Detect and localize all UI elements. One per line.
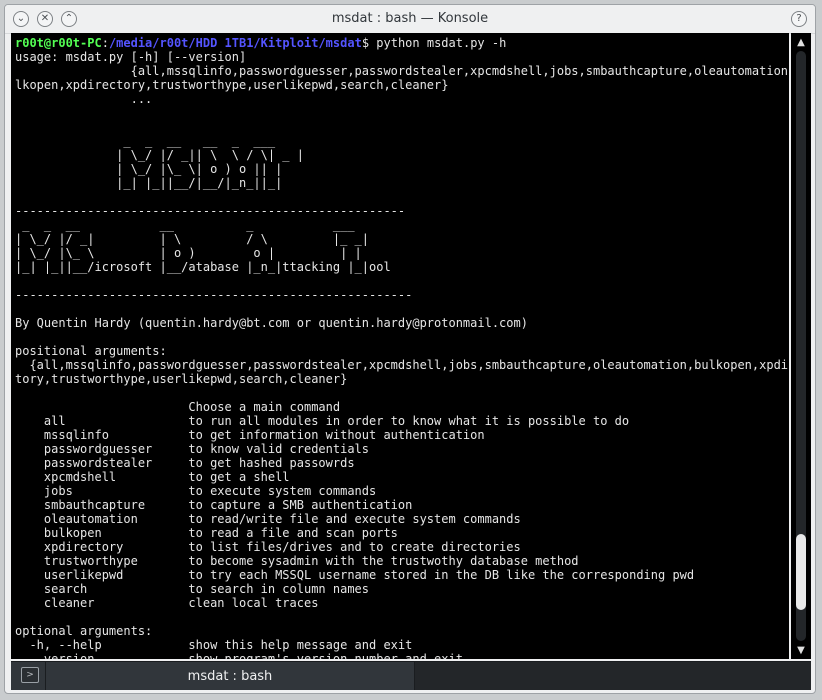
scrollbar-track[interactable] <box>796 51 806 641</box>
terminal-output-area: r00t@r00t-PC:/media/r00t/HDD 1TB1/Kitplo… <box>11 33 789 659</box>
terminal-scrollbar[interactable]: ▲ ▼ <box>791 33 811 659</box>
prompt-path: /media/r00t/HDD 1TB1/Kitploit/msdat <box>108 36 362 50</box>
scroll-down-arrow-icon[interactable]: ▼ <box>791 643 811 659</box>
tab-bar: > msdat : bash <box>11 661 811 690</box>
tab-bar-empty-area <box>415 662 811 690</box>
window-title: msdat : bash — Konsole <box>331 11 489 26</box>
tab-msdat-bash[interactable]: msdat : bash <box>45 662 415 690</box>
prompt-user-host: r00t@r00t-PC <box>15 36 102 50</box>
scroll-up-arrow-icon[interactable]: ▲ <box>791 35 811 51</box>
prompt-separator: : <box>101 36 109 50</box>
prompt-command: python msdat.py -h <box>369 36 507 50</box>
scrollbar-thumb[interactable] <box>796 534 806 610</box>
terminal-view[interactable]: r00t@r00t-PC:/media/r00t/HDD 1TB1/Kitplo… <box>11 33 789 659</box>
new-tab-icon[interactable]: > <box>21 667 39 683</box>
prompt-symbol: $ <box>361 36 370 50</box>
help-icon[interactable]: ? <box>791 11 807 27</box>
command-output: usage: msdat.py [-h] [--version] {all,ms… <box>15 50 789 659</box>
konsole-window: ⌄ ✕ ⌃ msdat : bash — Konsole ? r00t@r00t… <box>4 4 816 694</box>
title-bar[interactable]: ⌄ ✕ ⌃ msdat : bash — Konsole ? <box>5 5 815 34</box>
tab-label: msdat : bash <box>187 669 273 684</box>
